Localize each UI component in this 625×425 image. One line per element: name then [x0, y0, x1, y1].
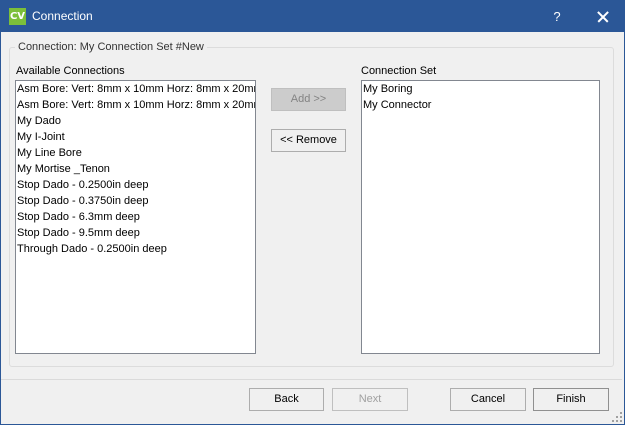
cancel-button[interactable]: Cancel [450, 388, 526, 411]
list-item[interactable]: My Line Bore [16, 145, 255, 161]
next-button[interactable]: Next [332, 388, 408, 411]
connection-set-label: Connection Set [361, 65, 437, 77]
back-button[interactable]: Back [249, 388, 324, 411]
resize-grip-icon[interactable] [612, 412, 622, 422]
title-bar[interactable]: CV Connection ? [1, 1, 624, 32]
app-logo-icon: CV [9, 8, 26, 25]
available-connections-list[interactable]: Asm Bore: Vert: 8mm x 10mm Horz: 8mm x 2… [15, 80, 256, 354]
list-item[interactable]: Stop Dado - 9.5mm deep [16, 225, 255, 241]
list-item[interactable]: Asm Bore: Vert: 8mm x 10mm Horz: 8mm x 2… [16, 81, 255, 97]
add-button[interactable]: Add >> [271, 88, 346, 111]
list-item[interactable]: Through Dado - 0.2500in deep [16, 241, 255, 257]
list-item[interactable]: Stop Dado - 6.3mm deep [16, 209, 255, 225]
list-item[interactable]: My I-Joint [16, 129, 255, 145]
list-item[interactable]: My Boring [362, 81, 599, 97]
help-button[interactable]: ? [539, 1, 575, 32]
footer-divider [1, 379, 622, 380]
close-icon[interactable] [583, 1, 623, 32]
connection-set-list[interactable]: My Boring My Connector [361, 80, 600, 354]
list-item[interactable]: Stop Dado - 0.2500in deep [16, 177, 255, 193]
list-item[interactable]: My Connector [362, 97, 599, 113]
list-item[interactable]: Asm Bore: Vert: 8mm x 10mm Horz: 8mm x 2… [16, 97, 255, 113]
group-legend: Connection: My Connection Set #New [15, 41, 207, 53]
remove-button[interactable]: << Remove [271, 129, 346, 152]
window-title: Connection [32, 9, 93, 23]
list-item[interactable]: My Mortise _Tenon [16, 161, 255, 177]
list-item[interactable]: Stop Dado - 0.3750in deep [16, 193, 255, 209]
available-connections-label: Available Connections [16, 65, 125, 77]
finish-button[interactable]: Finish [533, 388, 609, 411]
list-item[interactable]: My Dado [16, 113, 255, 129]
